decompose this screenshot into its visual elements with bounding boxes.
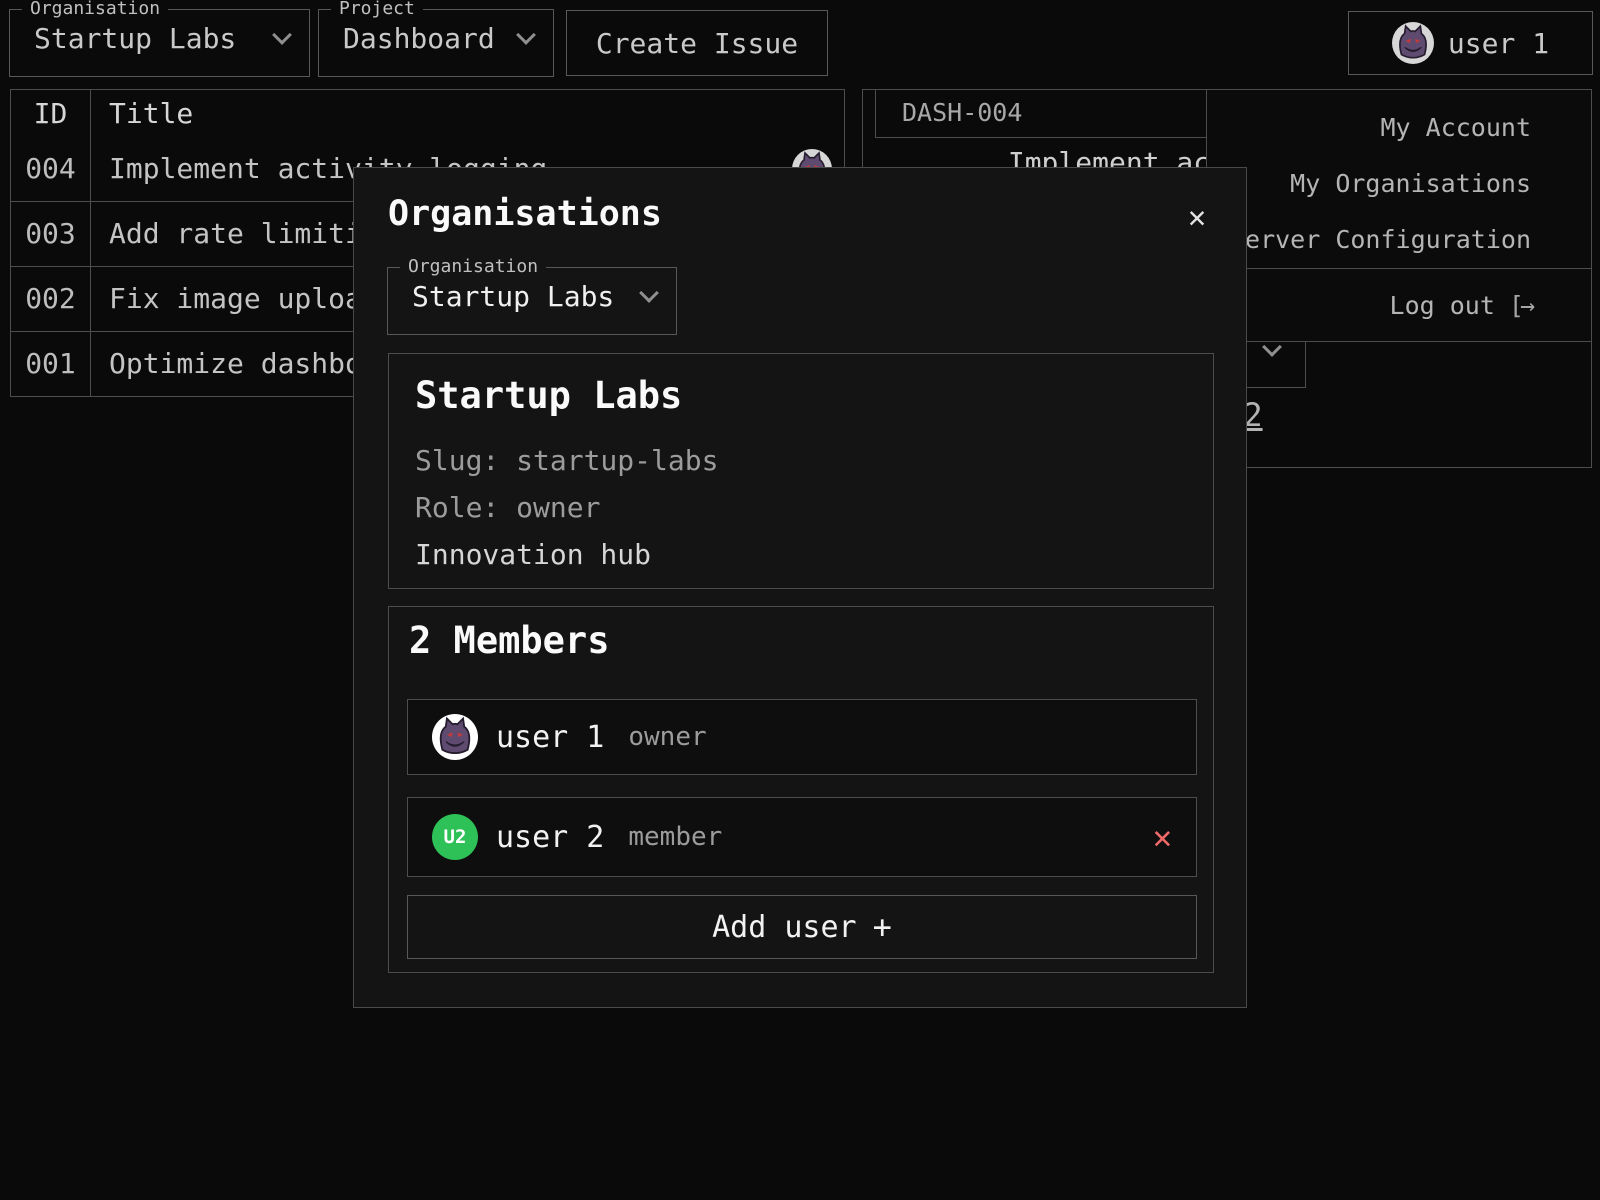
table-header-row: ID Title [11, 90, 844, 137]
member-avatar-initials: U2 [432, 814, 478, 860]
modal-organisation-select-value: Startup Labs [412, 280, 614, 313]
organisation-description: Innovation hub [415, 531, 1187, 578]
organisations-modal: Organisations ✕ Organisation Startup Lab… [353, 167, 1247, 1008]
menu-item-my-account[interactable]: My Account [1207, 100, 1591, 156]
issue-id: 001 [11, 332, 91, 396]
user-chip-label: user 1 [1448, 27, 1549, 60]
close-icon: ✕ [1188, 200, 1206, 235]
chevron-down-icon [516, 25, 536, 45]
modal-close-button[interactable]: ✕ [1172, 192, 1222, 242]
chevron-down-icon [272, 25, 292, 45]
plus-icon: + [873, 908, 892, 946]
member-name: user 2 [496, 820, 604, 855]
modal-title: Organisations [388, 194, 662, 234]
project-select-value: Dashboard [343, 22, 495, 55]
organisation-slug: Slug: startup-labs [415, 437, 1187, 484]
logout-icon: [→ [1509, 291, 1531, 320]
add-user-button[interactable]: Add user + [407, 895, 1197, 959]
member-role: owner [628, 722, 706, 752]
add-user-label: Add user [712, 910, 857, 945]
menu-item-my-organisations[interactable]: My Organisations [1207, 156, 1591, 212]
issue-id: 003 [11, 202, 91, 266]
modal-organisation-select-label: Organisation [400, 258, 546, 276]
organisation-name: Startup Labs [415, 374, 1187, 417]
remove-icon: ✕ [1153, 818, 1172, 856]
issue-id: 004 [11, 137, 91, 201]
column-header-id: ID [11, 90, 91, 137]
members-heading: 2 Members [409, 619, 609, 662]
user-menu-button[interactable]: user 1 [1348, 11, 1593, 75]
chevron-down-icon [639, 283, 659, 303]
organisation-select-label: Organisation [22, 0, 168, 18]
menu-item-log-out[interactable]: Log out [→ [1207, 269, 1591, 342]
organisation-card: Startup Labs Slug: startup-labs Role: ow… [388, 353, 1214, 589]
remove-member-button[interactable]: ✕ [1153, 818, 1172, 856]
column-header-title: Title [91, 90, 844, 137]
user-avatar [1392, 22, 1434, 64]
project-select[interactable]: Project Dashboard [318, 0, 554, 77]
create-issue-label: Create Issue [596, 27, 798, 60]
organisation-select-value: Startup Labs [34, 22, 236, 55]
members-section: 2 Members user 1 owner U2 user 2 [388, 606, 1214, 973]
member-row: U2 user 2 member ✕ [407, 797, 1197, 877]
issue-id: 002 [11, 267, 91, 331]
user-menu: My Account My Organisations Server Confi… [1206, 89, 1592, 342]
organisation-role: Role: owner [415, 484, 1187, 531]
member-name: user 1 [496, 720, 604, 755]
member-row: user 1 owner [407, 699, 1197, 775]
app-window: Organisation Startup Labs Project Dashbo… [0, 0, 1600, 1200]
modal-organisation-select[interactable]: Organisation Startup Labs [387, 258, 677, 335]
menu-item-server-configuration[interactable]: Server Configuration [1207, 212, 1591, 268]
organisation-select[interactable]: Organisation Startup Labs [9, 0, 310, 77]
project-select-label: Project [331, 0, 423, 18]
member-avatar [432, 714, 478, 760]
member-role: member [628, 822, 722, 852]
logout-label: Log out [1390, 291, 1495, 320]
create-issue-button[interactable]: Create Issue [566, 10, 828, 76]
